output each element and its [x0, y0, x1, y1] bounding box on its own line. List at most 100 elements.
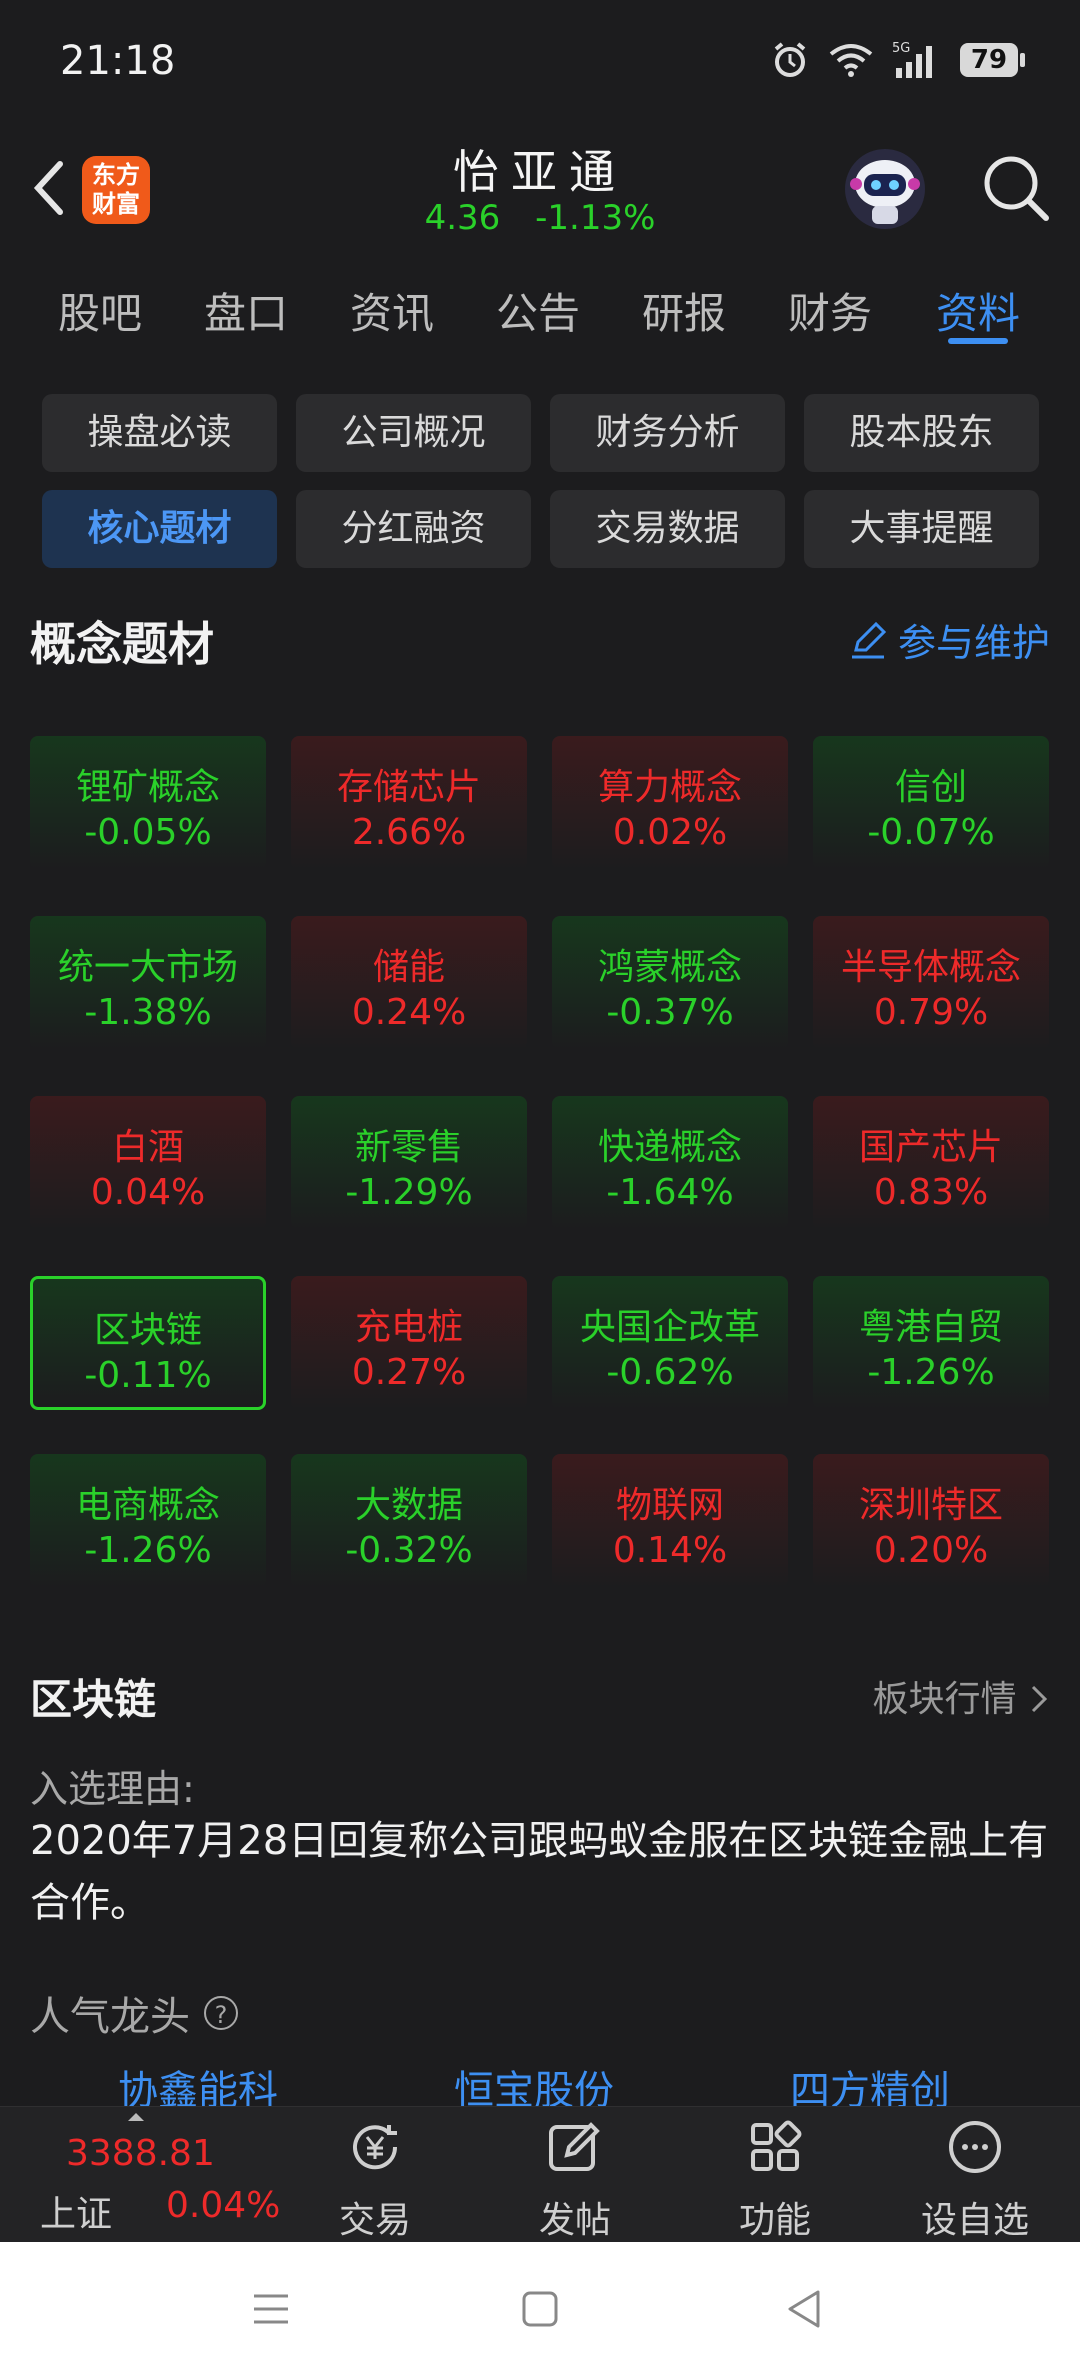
concept-name: 白酒: [111, 1127, 184, 1168]
functions-button[interactable]: 功能: [675, 2107, 875, 2243]
back-triangle-icon[interactable]: [780, 2284, 830, 2334]
concept-change: 2.66%: [351, 812, 467, 853]
concept-change: -1.26%: [84, 1530, 212, 1571]
concept-section-title: 概念题材: [30, 617, 214, 671]
concept-card[interactable]: 白酒 0.04%: [30, 1096, 266, 1230]
stock-change: -1.13%: [535, 198, 656, 238]
add-watchlist-button[interactable]: 设自选: [875, 2107, 1075, 2243]
index-change: 0.04%: [166, 2185, 281, 2226]
more-dots-icon: [949, 2121, 1001, 2173]
index-value: 3388.81: [66, 2133, 215, 2174]
concept-card[interactable]: 国产芯片 0.83%: [813, 1096, 1049, 1230]
concept-card[interactable]: 半导体概念 0.79%: [813, 916, 1049, 1050]
concept-card[interactable]: 快递概念 -1.64%: [552, 1096, 788, 1230]
tab-pankou[interactable]: 盘口: [176, 280, 316, 341]
participate-maintain-link[interactable]: 参与维护: [848, 612, 1050, 667]
sub-btn-trading-guide[interactable]: 操盘必读: [42, 394, 277, 472]
tab-news[interactable]: 资讯: [322, 280, 462, 341]
help-icon[interactable]: ?: [204, 1996, 238, 2030]
sub-btn-major-events[interactable]: 大事提醒: [804, 490, 1039, 568]
sub-btn-financial-analysis[interactable]: 财务分析: [550, 394, 785, 472]
concept-card[interactable]: 锂矿概念 -0.05%: [30, 736, 266, 870]
tab-guba[interactable]: 股吧: [30, 280, 170, 341]
home-square-icon[interactable]: [515, 2284, 565, 2334]
concept-card[interactable]: 充电桩 0.27%: [291, 1276, 527, 1410]
wifi-icon: [829, 44, 873, 77]
concept-card[interactable]: 存储芯片 2.66%: [291, 736, 527, 870]
search-icon[interactable]: [978, 150, 1054, 226]
expand-arrow-icon: [128, 2113, 144, 2121]
concept-name: 储能: [372, 947, 445, 988]
concept-card[interactable]: 储能 0.24%: [291, 916, 527, 1050]
robot-avatar-icon[interactable]: [842, 146, 928, 232]
sub-btn-shareholders[interactable]: 股本股东: [804, 394, 1039, 472]
concept-name: 物联网: [615, 1485, 724, 1526]
chevron-right-icon: [1031, 1685, 1048, 1713]
concept-name: 粤港自贸: [858, 1307, 1003, 1348]
concept-card[interactable]: 物联网 0.14%: [552, 1454, 788, 1588]
sub-btn-trading-data[interactable]: 交易数据: [550, 490, 785, 568]
menu-lines-icon[interactable]: [246, 2284, 296, 2334]
concept-change: 0.27%: [351, 1352, 467, 1393]
concept-card[interactable]: 新零售 -1.29%: [291, 1096, 527, 1230]
tab-announcements[interactable]: 公告: [468, 280, 608, 341]
concept-change: -0.37%: [606, 992, 734, 1033]
concept-change: 0.83%: [873, 1172, 989, 1213]
status-time: 21:18: [60, 38, 176, 84]
functions-label: 功能: [738, 2200, 811, 2241]
status-bar: 21:18 5G 79: [0, 0, 1080, 128]
tab-research[interactable]: 研报: [614, 280, 754, 341]
concept-change: 0.02%: [612, 812, 728, 853]
concept-change: -1.26%: [867, 1352, 995, 1393]
concept-change: 0.14%: [612, 1530, 728, 1571]
yuan-refresh-icon: [353, 2125, 398, 2170]
concept-change: -0.62%: [606, 1352, 734, 1393]
concept-card[interactable]: 信创 -0.07%: [813, 736, 1049, 870]
index-name: 上证: [40, 2194, 113, 2235]
stock-header: 东方 财富 怡亚通 4.36 -1.13%: [0, 128, 1080, 255]
leader-stock-2[interactable]: 恒宝股份: [384, 2058, 684, 2106]
concept-card[interactable]: 央国企改革 -0.62%: [552, 1276, 788, 1410]
reason-label: 入选理由:: [30, 1767, 195, 1811]
concept-card[interactable]: 区块链 -0.11%: [30, 1276, 266, 1410]
sub-btn-dividends[interactable]: 分红融资: [296, 490, 531, 568]
tab-finance[interactable]: 财务: [760, 280, 900, 341]
market-index-ticker[interactable]: 3388.81 上证 0.04%: [0, 2107, 290, 2243]
concept-change: -1.29%: [345, 1172, 473, 1213]
stock-price: 4.36: [424, 198, 501, 238]
concept-name: 大数据: [354, 1485, 463, 1526]
sector-quote-link[interactable]: 板块行情: [873, 1670, 1050, 1722]
leader-stock-1[interactable]: 协鑫能科: [48, 2058, 348, 2106]
compose-icon: [549, 2122, 600, 2171]
content-area: 操盘必读 公司概况 财务分析 股本股东 核心题材 分红融资 交易数据 大事提醒 …: [0, 358, 1080, 2106]
concept-card[interactable]: 深圳特区 0.20%: [813, 1454, 1049, 1588]
concept-name: 统一大市场: [57, 947, 238, 988]
tab-profile[interactable]: 资料: [908, 280, 1048, 341]
edit-pencil-icon: [851, 621, 887, 658]
sub-btn-core-themes[interactable]: 核心题材: [42, 490, 277, 568]
signal-icon: 5G: [892, 41, 932, 78]
trade-label: 交易: [338, 2200, 411, 2241]
concept-card[interactable]: 大数据 -0.32%: [291, 1454, 527, 1588]
concept-card[interactable]: 鸿蒙概念 -0.37%: [552, 916, 788, 1050]
post-label: 发帖: [538, 2200, 611, 2241]
concept-change: -0.05%: [84, 812, 212, 853]
detail-title: 区块链: [30, 1675, 157, 1724]
alarm-icon: [774, 42, 806, 77]
concept-name: 半导体概念: [840, 947, 1021, 988]
concept-card[interactable]: 粤港自贸 -1.26%: [813, 1276, 1049, 1410]
sector-link-label: 板块行情: [872, 1679, 1017, 1720]
concept-card[interactable]: 统一大市场 -1.38%: [30, 916, 266, 1050]
concept-change: 0.24%: [351, 992, 467, 1033]
concept-card[interactable]: 电商概念 -1.26%: [30, 1454, 266, 1588]
trade-button[interactable]: 交易: [275, 2107, 475, 2243]
leader-stock-3[interactable]: 四方精创: [720, 2058, 1020, 2106]
system-nav-bar: [0, 2242, 1080, 2376]
concept-change: -0.32%: [345, 1530, 473, 1571]
concept-card[interactable]: 算力概念 0.02%: [552, 736, 788, 870]
concept-name: 国产芯片: [858, 1127, 1003, 1168]
concept-change: -1.64%: [606, 1172, 734, 1213]
post-button[interactable]: 发帖: [475, 2107, 675, 2243]
popular-leaders-label: 人气龙头 ?: [30, 1984, 238, 2042]
sub-btn-company-overview[interactable]: 公司概况: [296, 394, 531, 472]
